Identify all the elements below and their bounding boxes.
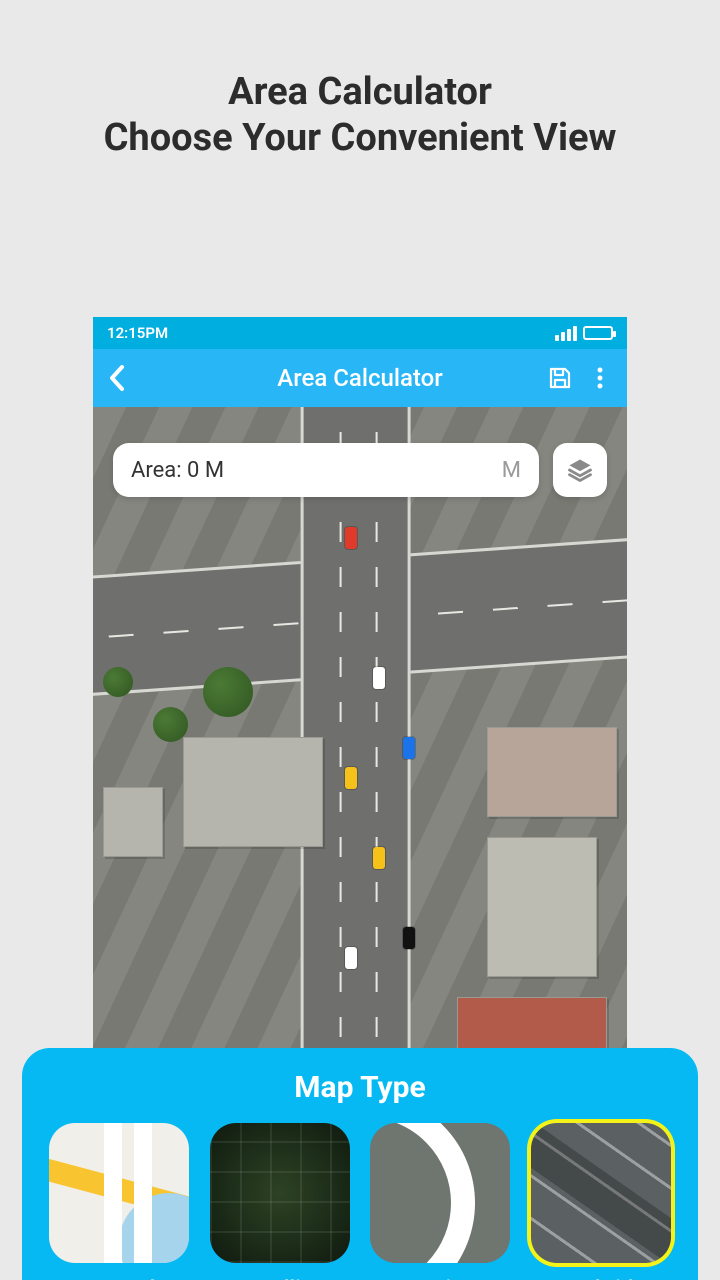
map-car (403, 927, 415, 949)
map-car (373, 667, 385, 689)
map-building (487, 837, 597, 977)
map-type-thumb-satellite (210, 1123, 350, 1263)
map-type-options: Normal Satellite Terrian Hybrid (44, 1123, 676, 1280)
unit-selector[interactable]: M (502, 458, 521, 483)
layers-button[interactable] (553, 443, 607, 497)
map-type-option-hybrid[interactable]: Hybrid (526, 1123, 676, 1280)
save-icon (548, 366, 572, 390)
map-type-sheet: Map Type Normal Satellite Terrian Hybrid (22, 1048, 698, 1280)
back-button[interactable] (93, 349, 141, 407)
map-type-option-terrian[interactable]: Terrian (365, 1123, 515, 1280)
heading-line1: Area Calculator (0, 70, 720, 116)
heading-line2: Choose Your Convenient View (0, 116, 720, 162)
map-car (373, 847, 385, 869)
chevron-left-icon (109, 365, 125, 391)
map-car (345, 767, 357, 789)
map-type-thumb-normal (49, 1123, 189, 1263)
status-time: 12:15PM (107, 324, 168, 342)
app-bar: Area Calculator (93, 349, 627, 407)
more-vertical-icon (596, 366, 604, 390)
search-row: Area: 0 M M (113, 443, 607, 497)
layers-icon (566, 456, 594, 484)
map-car (403, 737, 415, 759)
sheet-title: Map Type (44, 1070, 676, 1105)
map-type-thumb-terrian (370, 1123, 510, 1263)
area-display[interactable]: Area: 0 M M (113, 443, 539, 497)
battery-icon (583, 326, 613, 340)
signal-icon (555, 326, 577, 341)
map-building (487, 727, 617, 817)
map-building (183, 737, 323, 847)
map-tree (203, 667, 253, 717)
save-button[interactable] (547, 365, 573, 391)
map-building (103, 787, 163, 857)
map-car (345, 947, 357, 969)
map-type-option-satellite[interactable]: Satellite (205, 1123, 355, 1280)
map-car (345, 527, 357, 549)
map-type-thumb-hybrid (531, 1123, 671, 1263)
page-heading: Area Calculator Choose Your Convenient V… (0, 70, 720, 161)
area-value: Area: 0 M (131, 458, 224, 483)
status-bar: 12:15PM (93, 317, 627, 349)
map-tree (103, 667, 133, 697)
map-type-option-normal[interactable]: Normal (44, 1123, 194, 1280)
more-button[interactable] (587, 365, 613, 391)
